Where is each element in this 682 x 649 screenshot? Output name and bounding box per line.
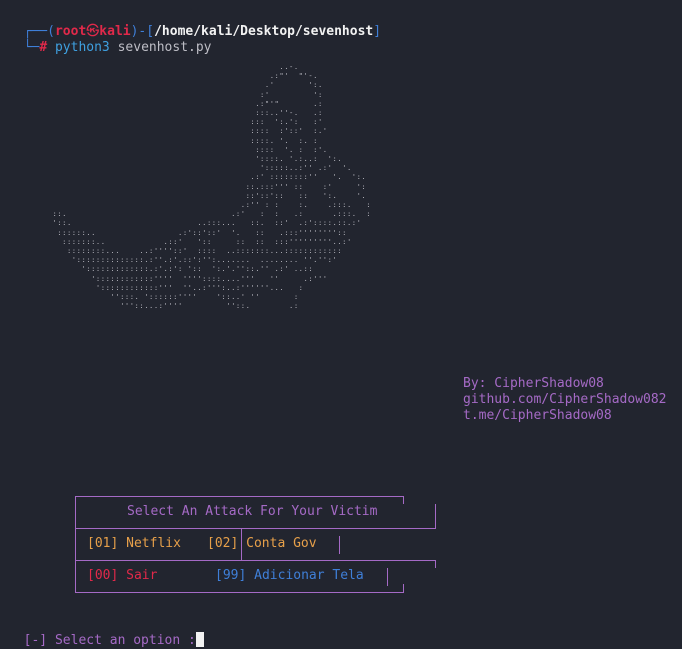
ascii-art-banner: ..-. .:"' "'-. .' ':. :' ': .:"'" .::::… [52,62,372,311]
credit-github-link[interactable]: github.com/CipherShadow082 [463,392,667,408]
prompt-close-bracket: ] [373,24,382,39]
command-argument: sevenhost.py [117,40,212,55]
option-input-prompt: [-] Select an option : [23,633,196,648]
option-input-line[interactable]: [-] Select an option : [8,616,204,649]
menu-title: Select An Attack For Your Victim [127,504,378,519]
menu-border-left-1 [75,496,76,528]
menu-border-top [75,496,404,497]
prompt-corner-bottom: └─ [23,40,40,55]
menu-option-conta-gov[interactable]: [02] Conta Gov [207,536,317,552]
menu-border-left-2 [75,528,76,560]
menu-divider-1 [75,528,436,529]
menu-option-adicionar-tela[interactable]: [99] Adicionar Tela [215,568,364,584]
menu-divider-2 [75,560,436,561]
menu-border-left-3 [75,560,76,592]
credit-author: By: CipherShadow08 [463,376,604,391]
menu-border-right-3b [403,584,404,592]
credit-telegram-link[interactable]: t.me/CipherShadow08 [463,408,612,424]
prompt-hash: # [39,40,48,55]
menu-border-right-2b [435,560,436,568]
menu-border-bottom [75,592,404,593]
menu-border-right-3 [387,568,388,586]
menu-border-right-1b [435,504,436,528]
command-name: python3 [54,40,110,55]
menu-option-sair[interactable]: [00] Sair [87,568,157,584]
menu-border-right-1a [403,496,404,504]
menu-option-netflix[interactable]: [01] Netflix [87,536,181,552]
prompt-line-2: └─# python3 sevenhost.py [8,24,212,56]
menu-border-right-2 [339,536,340,554]
